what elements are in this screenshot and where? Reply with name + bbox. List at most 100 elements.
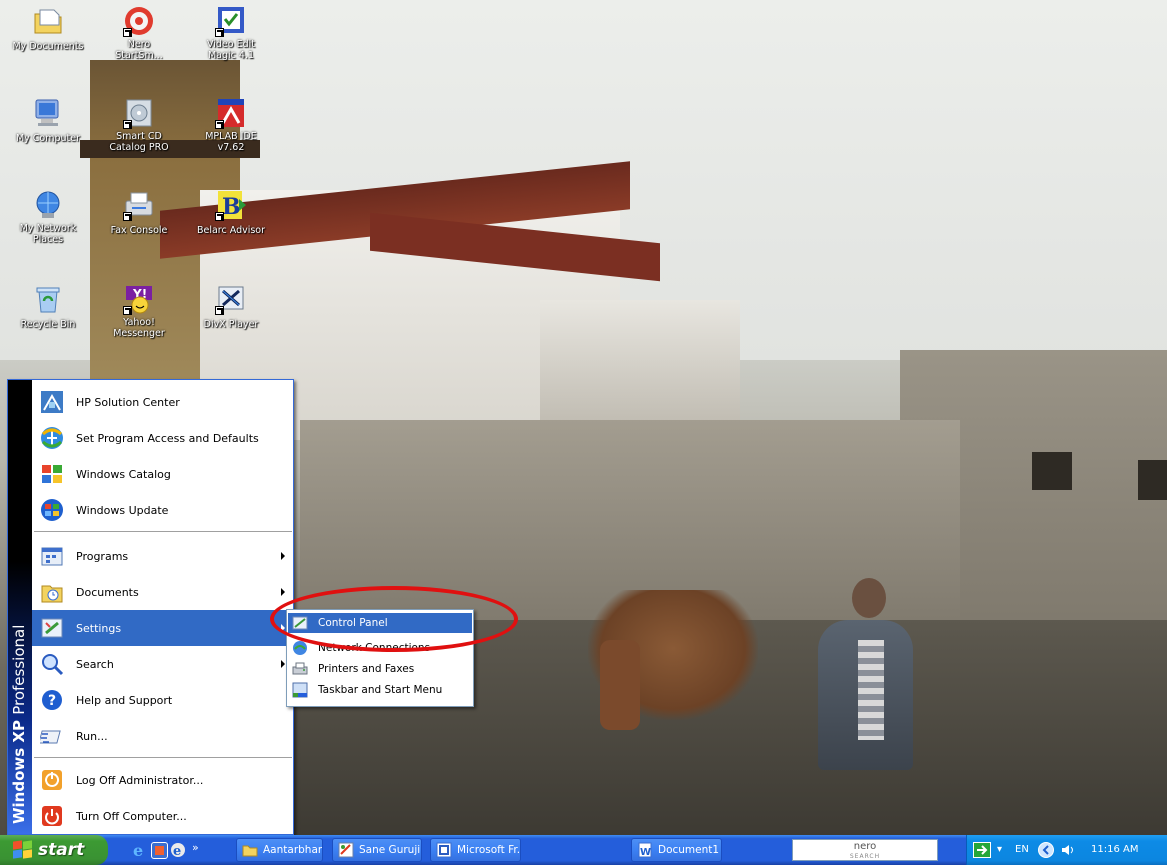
menu-item-label: Search	[76, 657, 114, 671]
language-indicator[interactable]: EN	[1015, 844, 1029, 855]
desktop-icon-label: My Computer	[15, 133, 81, 144]
network-connections-icon	[292, 640, 308, 656]
menu-item-label: Help and Support	[76, 693, 173, 707]
show-desktop-icon[interactable]	[151, 842, 168, 859]
wallpaper-window-2	[1138, 460, 1167, 500]
menu-item-help-support[interactable]: ? Help and Support	[32, 682, 294, 718]
submenu-item-network-connections[interactable]: Network Connections	[288, 638, 472, 658]
menu-item-turn-off[interactable]: Turn Off Computer...	[32, 798, 294, 834]
folder-icon	[242, 842, 258, 858]
menu-item-run[interactable]: Run...	[32, 718, 294, 754]
wallpaper-window	[1032, 452, 1072, 490]
menu-item-log-off[interactable]: Log Off Administrator...	[32, 762, 294, 798]
desktop-icon-belarc-advisor[interactable]: B Belarc Advisor	[194, 189, 268, 236]
video-edit-magic-icon	[215, 5, 247, 37]
svg-text:?: ?	[48, 693, 56, 709]
desktop-icon-divx-player[interactable]: DivX Player	[194, 283, 268, 330]
hp-solution-center-icon	[40, 390, 64, 414]
desktop-icon-mplab-ide[interactable]: MPLAB IDE v7.62	[194, 97, 268, 153]
menu-item-label: Settings	[76, 621, 122, 635]
my-documents-icon	[32, 5, 64, 37]
menu-item-label: Programs	[76, 549, 129, 563]
clock[interactable]: 11:16 AM	[1091, 844, 1138, 855]
documents-icon	[40, 580, 64, 604]
desktop-icon-label: Recycle Bin	[20, 319, 76, 330]
menu-item-label: Set Program Access and Defaults	[76, 431, 259, 445]
shortcut-arrow-icon	[215, 28, 224, 37]
desktop-icon-label: Video Edit Magic 4.1	[206, 39, 256, 61]
submenu-item-printers-faxes[interactable]: Printers and Faxes	[288, 659, 472, 679]
smart-cd-catalog-icon	[123, 97, 155, 129]
start-button[interactable]: start	[0, 835, 108, 865]
go-arrow-icon[interactable]	[973, 842, 991, 858]
taskbar-button-document1[interactable]: W Document1 -...	[631, 838, 722, 862]
word-icon: W	[637, 842, 653, 858]
windows-logo-icon	[12, 840, 32, 859]
desktop-icon-label: DivX Player	[203, 319, 259, 330]
power-icon	[40, 804, 64, 828]
menu-item-programs[interactable]: Programs	[32, 538, 294, 574]
menu-item-windows-update[interactable]: Windows Update	[32, 492, 294, 528]
menu-item-settings[interactable]: Settings	[32, 610, 294, 646]
quick-launch-more-icon[interactable]: »	[192, 841, 199, 854]
desktop-icon-video-edit-magic[interactable]: Video Edit Magic 4.1	[194, 5, 268, 61]
media-player-icon[interactable]: e	[170, 842, 187, 859]
yahoo-messenger-icon: Y!	[123, 283, 155, 315]
desktop-icon-label: Fax Console	[110, 225, 168, 236]
wallpaper-horse-leg	[600, 640, 640, 730]
menu-item-label: Windows Catalog	[76, 467, 171, 481]
taskbar-button-sane-guruji[interactable]: Sane Guruji ...	[332, 838, 422, 862]
log-off-icon	[40, 768, 64, 792]
menu-separator	[34, 757, 292, 758]
submenu-item-label: Printers and Faxes	[318, 663, 415, 675]
shortcut-arrow-icon	[123, 306, 132, 315]
wallpaper-man-shirt	[858, 640, 884, 740]
programs-icon	[40, 544, 64, 568]
desktop-icon-network-places[interactable]: My Network Places	[11, 189, 85, 245]
shortcut-arrow-icon	[123, 28, 132, 37]
volume-icon[interactable]	[1060, 842, 1076, 858]
windows-update-icon	[40, 498, 64, 522]
svg-text:e: e	[173, 844, 181, 859]
nero-search-brand: nero	[853, 841, 877, 852]
taskbar-button-aantarbhar[interactable]: Aantarbhar...	[236, 838, 323, 862]
taskbar-button-label: Sane Guruji ...	[359, 844, 421, 856]
desktop-icon-recycle-bin[interactable]: Recycle Bin	[11, 283, 85, 330]
internet-explorer-icon[interactable]: e	[132, 841, 149, 860]
menu-item-windows-catalog[interactable]: Windows Catalog	[32, 456, 294, 492]
desktop-icon-my-documents[interactable]: My Documents	[11, 5, 85, 52]
nero-search-box[interactable]: nero SEARCH	[792, 839, 938, 861]
svg-text:e: e	[133, 842, 143, 859]
desktop-icon-nero-startsmart[interactable]: Nero StartSm...	[102, 5, 176, 61]
submenu-item-control-panel[interactable]: Control Panel	[288, 613, 472, 633]
desktop-icon-yahoo-messenger[interactable]: Y! Yahoo! Messenger	[102, 283, 176, 339]
belarc-advisor-icon: B	[215, 189, 247, 221]
menu-item-hp-solution-center[interactable]: HP Solution Center	[32, 384, 294, 420]
desktop-icon-my-computer[interactable]: My Computer	[11, 97, 85, 144]
desktop-icon-label: My Network Places	[19, 223, 77, 245]
menu-item-label: Windows Update	[76, 503, 169, 517]
search-icon	[40, 652, 64, 676]
menu-item-program-access[interactable]: Set Program Access and Defaults	[32, 420, 294, 456]
taskbar-button-microsoft-frontpage[interactable]: Microsoft Fr...	[430, 838, 521, 862]
submenu-arrow-icon	[281, 660, 285, 668]
menu-item-label: HP Solution Center	[76, 395, 180, 409]
submenu-arrow-icon	[281, 552, 285, 560]
menu-item-label: Turn Off Computer...	[76, 809, 187, 823]
desktop-icon-fax-console[interactable]: Fax Console	[102, 189, 176, 236]
system-tray: ▾ EN 11:16 AM	[966, 835, 1167, 865]
taskbar-settings-icon	[292, 682, 308, 698]
desktop-icon-smart-cd-catalog[interactable]: Smart CD Catalog PRO	[102, 97, 176, 153]
submenu-item-label: Taskbar and Start Menu	[318, 684, 443, 696]
show-hidden-icons-icon[interactable]	[1038, 842, 1054, 858]
frontpage-icon	[436, 842, 452, 858]
submenu-item-taskbar-start-menu[interactable]: Taskbar and Start Menu	[288, 680, 472, 700]
taskbar-button-label: Aantarbhar...	[263, 844, 322, 856]
dropdown-arrow-icon[interactable]: ▾	[997, 844, 1002, 855]
menu-item-documents[interactable]: Documents	[32, 574, 294, 610]
windows-catalog-icon	[40, 462, 64, 486]
divx-player-icon	[215, 283, 247, 315]
submenu-item-label: Control Panel	[318, 617, 388, 629]
menu-item-search[interactable]: Search	[32, 646, 294, 682]
shortcut-arrow-icon	[215, 306, 224, 315]
